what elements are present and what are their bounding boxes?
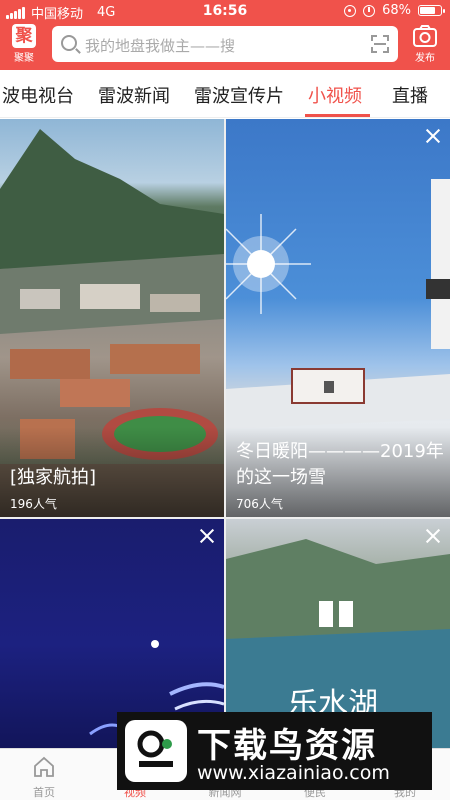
video-title: 冬日暖阳————2019年的这一场雪 [236, 441, 444, 488]
tab-promo[interactable]: 雷波宣传片 [194, 82, 284, 108]
app-logo-button[interactable]: 聚 聚聚 [10, 24, 38, 64]
video-card[interactable]: 冬日暖阳————2019年的这一场雪 706人气 [226, 119, 450, 517]
camera-icon [413, 25, 437, 47]
search-input[interactable]: 我的地盘我做主——搜 [85, 35, 235, 56]
video-grid: [独家航拍] 196人气 冬日暖阳————2019年的这一场雪 706人气 乐水… [0, 119, 450, 748]
app-logo-icon: 聚 [12, 24, 36, 48]
orientation-lock-icon [344, 4, 357, 17]
search-icon [61, 35, 77, 51]
tab-news[interactable]: 雷波新闻 [98, 82, 170, 108]
tab-short-video[interactable]: 小视频 [308, 82, 362, 108]
close-icon[interactable] [424, 527, 442, 545]
app-logo-label: 聚聚 [14, 53, 34, 64]
nav-home[interactable]: 首页 [9, 753, 79, 800]
publish-label: 发布 [415, 53, 435, 64]
watermark-url: www.xiazainiao.com [197, 762, 390, 784]
bird-logo-icon [125, 720, 187, 782]
nav-label: 首页 [33, 786, 55, 799]
watermark-banner: 下载鸟资源 www.xiazainiao.com [117, 712, 432, 790]
status-bar: 中国移动 4G 16:56 68% [0, 0, 450, 22]
app-header: 中国移动 4G 16:56 68% 聚 聚聚 我的地盘我做主——搜 发布 [0, 0, 450, 70]
scan-icon[interactable] [371, 35, 389, 53]
tab-tv[interactable]: 波电视台 [2, 82, 74, 108]
watermark-title: 下载鸟资源 [197, 726, 377, 766]
channel-tabs: 波电视台 雷波新闻 雷波宣传片 小视频 直播 [0, 70, 450, 118]
active-tab-indicator [305, 114, 370, 117]
close-icon[interactable] [198, 527, 216, 545]
search-bar[interactable]: 我的地盘我做主——搜 [52, 26, 398, 62]
alarm-icon [363, 4, 376, 17]
close-icon[interactable] [424, 127, 442, 145]
video-views: 196人气 [10, 497, 57, 511]
tab-live[interactable]: 直播 [392, 82, 428, 108]
home-icon [34, 756, 54, 777]
video-card[interactable]: [独家航拍] 196人气 [0, 119, 224, 517]
video-views: 706人气 [236, 497, 283, 511]
battery-percent: 68% [382, 3, 411, 18]
publish-button[interactable]: 发布 [410, 24, 440, 64]
battery-icon [418, 5, 445, 16]
video-title: [独家航拍] [10, 467, 97, 488]
